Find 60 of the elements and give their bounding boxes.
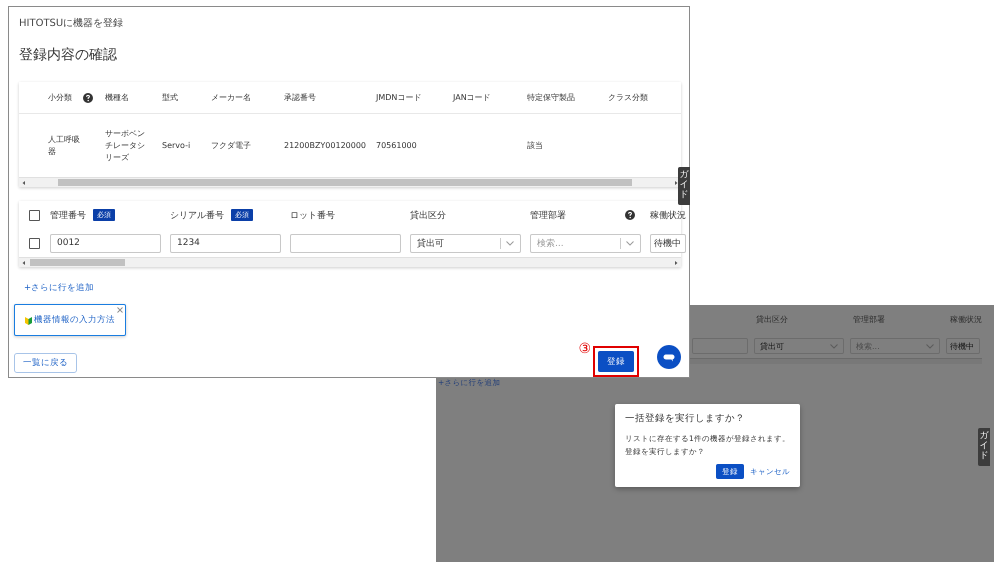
scrollbar[interactable] — [19, 257, 681, 267]
help-icon[interactable] — [625, 210, 635, 220]
close-icon[interactable] — [117, 307, 123, 313]
column-header: 承認番号 — [284, 92, 316, 103]
column-header: ロット番号 — [290, 210, 335, 222]
checkbox[interactable] — [29, 238, 40, 248]
chevron-icon — [506, 240, 514, 246]
select-field[interactable]: 貸出可 — [754, 338, 844, 354]
register-button[interactable]: 登録 — [598, 351, 634, 372]
table-cell: フクダ電子 — [211, 140, 251, 152]
chevron-icon — [626, 240, 634, 246]
window-title: HITOTSUに機器を登録 — [19, 16, 124, 30]
beginner-mark-icon — [25, 316, 32, 324]
table-cell: Servo-i — [162, 140, 190, 152]
help-icon[interactable] — [83, 92, 93, 102]
add-row-link[interactable]: +さらに行を追加 — [24, 282, 94, 294]
column-header: 貸出区分 — [410, 210, 446, 222]
select-field[interactable]: 待機中 — [946, 338, 980, 354]
column-header: 管理部署 — [530, 210, 566, 222]
checkbox[interactable] — [29, 210, 40, 220]
scroll-left-icon[interactable] — [21, 260, 27, 266]
dialog-title: 一括登録を実行しますか？ — [625, 412, 746, 425]
page-heading: 登録内容の確認 — [19, 46, 118, 64]
chevron-icon — [830, 344, 838, 348]
table-cell-text: サーボベンチレータシリーズ — [105, 128, 146, 164]
column-header: メーカー名 — [211, 92, 251, 103]
column-header: 小分類 — [48, 92, 72, 103]
scroll-right-icon[interactable] — [673, 180, 679, 186]
text-field[interactable]: 1234 — [170, 234, 281, 252]
table-cell-text: 人工呼吸器 — [48, 134, 81, 158]
scroll-left-icon[interactable] — [21, 180, 27, 186]
column-header: シリアル番号 — [170, 210, 224, 222]
column-header: 稼働状況 — [650, 210, 686, 222]
text-field[interactable]: 0012 — [50, 234, 161, 252]
guide-tab[interactable]: ガイド — [978, 428, 990, 466]
column-header: 管理部署 — [853, 314, 886, 325]
back-button[interactable]: 一覧に戻る — [14, 353, 77, 373]
column-header: クラス分類 — [608, 92, 648, 103]
chevron-icon — [926, 344, 934, 348]
column-header: 貸出区分 — [756, 314, 789, 325]
column-header: 稼働状況 — [950, 314, 983, 325]
table-cell: 70561000 — [376, 140, 417, 152]
guide-link[interactable]: 機器情報の入力方法 — [34, 314, 115, 326]
table-cell: 21200BZY00120000 — [284, 140, 366, 152]
column-header: JMDNコード — [376, 92, 422, 103]
scrollbar[interactable] — [19, 177, 681, 187]
column-header: 特定保守製品 — [527, 92, 575, 103]
select-field[interactable]: 待機中 — [650, 234, 686, 252]
scroll-right-icon[interactable] — [673, 260, 679, 266]
column-header: 型式 — [162, 92, 178, 103]
column-header: 機種名 — [105, 92, 129, 103]
column-header: 管理番号 — [50, 210, 86, 222]
guide-card[interactable]: 機器情報の入力方法 — [14, 304, 126, 336]
step-number: ③ — [578, 341, 591, 357]
guide-tab[interactable]: ガイド — [678, 167, 690, 205]
table-cell: 該当 — [527, 140, 543, 152]
text-field[interactable] — [290, 234, 401, 252]
chat-button-icon[interactable] — [657, 345, 681, 369]
column-header: JANコード — [453, 92, 491, 103]
select-field[interactable]: 貸出可 — [410, 234, 521, 252]
